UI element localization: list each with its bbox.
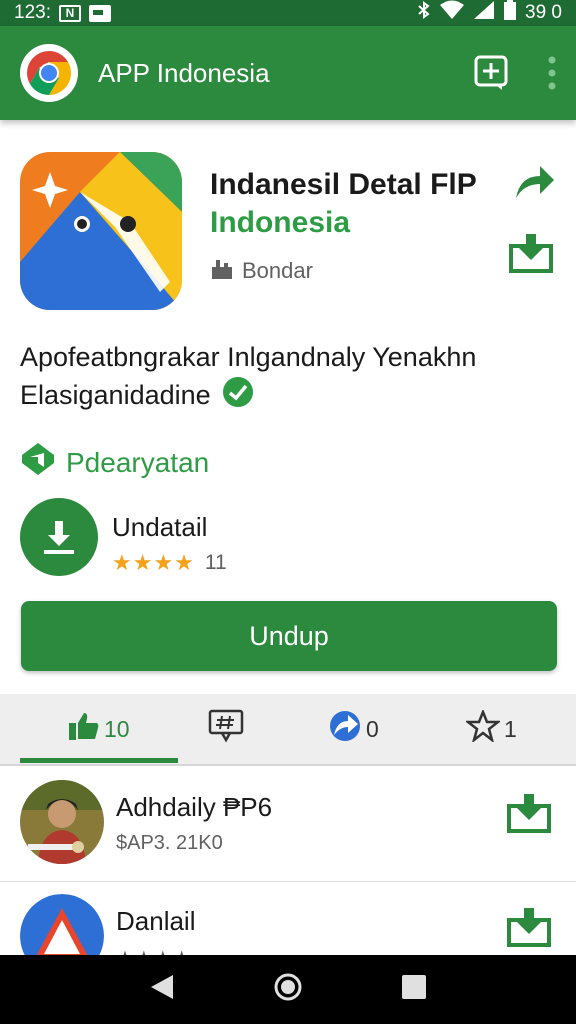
app-title: Indanesil Detal FlP	[210, 168, 477, 201]
verified-icon	[222, 376, 254, 418]
app-header: Indanesil Detal FlP Indonesia Bondar	[0, 140, 576, 320]
tab-indicator	[20, 758, 178, 763]
rating-count: 11	[204, 551, 227, 574]
tab-shares[interactable]: 0	[328, 694, 379, 764]
star-outline-icon	[464, 708, 502, 748]
shares-count: 0	[366, 715, 379, 742]
battery-level: 39 0	[525, 2, 562, 23]
home-icon[interactable]	[273, 972, 303, 1007]
install-icon[interactable]	[506, 792, 552, 839]
install-icon[interactable]	[506, 906, 552, 953]
notification-n-icon: N	[58, 4, 81, 22]
bluetooth-icon	[417, 1, 431, 25]
more-vert-icon[interactable]	[548, 56, 556, 90]
battery-icon	[503, 0, 517, 27]
description-line-2: Elasiganidadine	[20, 380, 211, 411]
tab-likes[interactable]: 10	[68, 694, 130, 764]
status-time: 123:	[14, 2, 51, 23]
navigation-bar	[0, 955, 576, 1024]
rating-stars: ★★★★	[112, 550, 195, 575]
developer-icon	[210, 257, 234, 285]
install-icon[interactable]	[508, 232, 554, 279]
tab-favorites[interactable]: 1	[464, 694, 517, 764]
tab-comments[interactable]	[208, 694, 244, 764]
main-action-button[interactable]: Undup	[21, 601, 557, 671]
comment-hashtag-icon	[208, 709, 244, 749]
download-icon[interactable]	[20, 498, 98, 576]
app-subtitle: Indonesia	[210, 206, 351, 239]
chrome-logo-icon[interactable]	[20, 44, 78, 102]
download-row: Undatail ★★★★ 11	[20, 498, 560, 582]
avatar	[20, 780, 104, 864]
signal-icon	[473, 0, 495, 26]
share-circle-icon	[328, 709, 362, 749]
app-description: Apofeatbngrakar Inlgandnaly Yenakhn Elas…	[20, 338, 560, 418]
developer-name: Bondar	[242, 258, 313, 283]
developer[interactable]: Bondar	[210, 257, 313, 285]
wifi-icon	[439, 0, 465, 26]
share-icon[interactable]	[512, 162, 556, 207]
section-header: Pdearyatan	[20, 441, 209, 484]
store-icon	[20, 441, 56, 484]
rating: ★★★★ 11	[112, 550, 227, 576]
list-item-title: Danlail	[116, 906, 196, 936]
app-bar-title: APP Indonesia	[98, 57, 270, 88]
likes-count: 10	[104, 715, 130, 742]
back-icon[interactable]	[149, 973, 175, 1006]
thumbs-up-icon	[68, 711, 100, 747]
download-label: Undatail	[112, 512, 208, 542]
list-item-title: Adhdaily ₱P6	[116, 792, 273, 822]
app-bar: APP Indonesia	[0, 26, 576, 120]
add-box-icon[interactable]	[474, 55, 508, 91]
stats-bar: 10 0 1	[0, 694, 576, 766]
description-line-1: Apofeatbngrakar Inlgandnaly Yenakhn	[20, 342, 477, 372]
recents-icon[interactable]	[401, 974, 427, 1005]
list-item-subtitle: $AP3. 21K0	[116, 832, 223, 854]
favorites-count: 1	[504, 715, 517, 742]
app-icon	[20, 152, 182, 310]
section-title: Pdearyatan	[66, 446, 210, 478]
list-item[interactable]: Adhdaily ₱P6 $AP3. 21K0	[0, 768, 576, 882]
image-notification-icon	[88, 4, 111, 22]
status-bar: 123: N 39 0	[0, 0, 576, 26]
